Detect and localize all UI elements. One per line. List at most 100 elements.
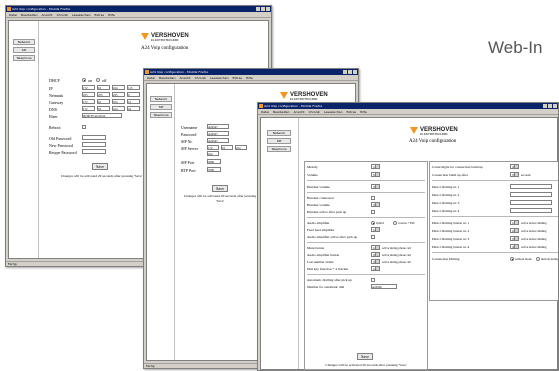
dhcp-on-radio[interactable] xyxy=(82,78,86,82)
dial-button-3-select[interactable]: 3 xyxy=(510,236,519,241)
direct-dial-4-field[interactable] xyxy=(510,208,552,213)
maximize-icon[interactable] xyxy=(348,70,352,74)
sip-server-octet-4[interactable]: 224 xyxy=(207,151,219,156)
minimize-icon[interactable] xyxy=(543,104,547,108)
nav-telephone-button[interactable]: Telephone xyxy=(13,55,35,61)
username-field[interactable]: A24547 xyxy=(207,124,229,129)
menu-item[interactable]: Ansicht xyxy=(42,12,53,17)
maximize-icon[interactable] xyxy=(261,7,265,11)
menu-item[interactable]: Lesezeichen xyxy=(210,75,228,80)
save-button[interactable]: Save xyxy=(92,163,108,170)
handset-connected-checkbox[interactable] xyxy=(371,196,375,200)
menu-item[interactable]: Datei xyxy=(9,12,17,17)
minimize-icon[interactable] xyxy=(343,70,347,74)
melody-select[interactable]: 1 xyxy=(371,164,380,169)
handset-active-checkbox[interactable] xyxy=(371,210,375,214)
nav-network-button[interactable]: Network xyxy=(13,39,35,45)
menu-item[interactable]: Chronik xyxy=(309,109,320,114)
amplifier-4wire-radio[interactable] xyxy=(393,221,397,225)
reboot-checkbox[interactable] xyxy=(82,125,86,129)
handset-volume-select[interactable]: 3 xyxy=(371,184,380,189)
nav-sip-button[interactable]: SIP xyxy=(150,104,172,110)
mute-button-select[interactable]: 1 xyxy=(371,245,380,250)
redial-select[interactable]: 3 xyxy=(371,259,380,264)
retype-password-field[interactable] xyxy=(82,149,106,154)
netmask-octet-4[interactable]: 0 xyxy=(127,92,140,97)
old-password-field[interactable] xyxy=(82,135,106,140)
nav-telephone-button[interactable]: Telephone xyxy=(267,146,291,152)
menu-item[interactable]: Hilfe xyxy=(360,109,367,114)
sip-port-field[interactable]: 5060 xyxy=(207,159,221,164)
dns-octet-1[interactable]: 172 xyxy=(82,106,95,111)
rtp-port-field[interactable]: 7000 xyxy=(207,167,221,172)
menu-item[interactable]: Ansicht xyxy=(180,75,191,80)
close-icon[interactable] xyxy=(353,70,357,74)
new-password-field[interactable] xyxy=(82,142,106,147)
volume-select[interactable]: 5 xyxy=(371,172,380,177)
amplifier-button-select[interactable]: 2 xyxy=(371,252,380,257)
minimize-icon[interactable] xyxy=(256,7,260,11)
menu-item[interactable]: Extras xyxy=(95,12,104,17)
amplifier-hybrid-radio[interactable] xyxy=(371,221,375,225)
amplifier-active-checkbox[interactable] xyxy=(371,235,375,239)
netmask-octet-1[interactable]: 255 xyxy=(82,92,95,97)
ip-octet-2[interactable]: 16 xyxy=(97,85,110,90)
window-controls[interactable] xyxy=(543,104,557,108)
window-controls[interactable] xyxy=(343,70,357,74)
menu-item[interactable]: Chronik xyxy=(195,75,206,80)
direct-dial-1-field[interactable] xyxy=(510,184,552,189)
menu-item[interactable]: Datei xyxy=(147,75,155,80)
sip-server-octet-2[interactable]: 16 xyxy=(221,145,233,150)
close-icon[interactable] xyxy=(553,104,557,108)
menu-item[interactable]: Ansicht xyxy=(294,109,305,114)
menu-item[interactable]: Extras xyxy=(233,75,242,80)
menu-item[interactable]: Lesezeichen xyxy=(72,12,90,17)
gateway-octet-1[interactable]: 172 xyxy=(82,99,95,104)
nav-sip-button[interactable]: SIP xyxy=(267,138,291,144)
auto-dial-checkbox[interactable] xyxy=(371,278,375,282)
gateway-octet-3[interactable]: 104 xyxy=(112,99,125,104)
close-icon[interactable] xyxy=(266,7,270,11)
netmask-octet-2[interactable]: 255 xyxy=(97,92,110,97)
sip-server-octet-1[interactable]: 172 xyxy=(207,145,219,150)
count-digits-select[interactable]: 4 xyxy=(510,164,519,169)
menu-item[interactable]: Lesezeichen xyxy=(324,109,342,114)
ip-octet-4[interactable]: 115 xyxy=(127,85,140,90)
build-up-select[interactable]: 3 xyxy=(510,172,519,177)
menu-item[interactable]: Extras xyxy=(347,109,356,114)
direct-dial-2-field[interactable] xyxy=(510,192,552,197)
dial-key-select[interactable]: 1 xyxy=(371,266,380,271)
window-controls[interactable] xyxy=(256,7,270,11)
dial-button-2-select[interactable]: 2 xyxy=(510,228,519,233)
menu-item[interactable]: Datei xyxy=(261,109,269,114)
gateway-octet-4[interactable]: 12 xyxy=(127,99,140,104)
dns-octet-4[interactable]: 24 xyxy=(127,106,140,111)
dial-button-4-select[interactable]: 4 xyxy=(510,244,519,249)
nav-network-button[interactable]: Network xyxy=(267,130,291,136)
gateway-octet-2[interactable]: 16 xyxy=(97,99,110,104)
direct-dial-3-field[interactable] xyxy=(510,200,552,205)
sip-nr-field[interactable]: A24547 xyxy=(207,138,229,143)
melody-during-radio[interactable] xyxy=(536,257,540,261)
without-break-radio[interactable] xyxy=(510,257,514,261)
menu-item[interactable]: Hilfe xyxy=(108,12,115,17)
ip-octet-1[interactable]: 172 xyxy=(82,85,95,90)
menu-item[interactable]: Chronik xyxy=(57,12,68,17)
save-button[interactable]: Save xyxy=(212,185,228,192)
feed-amplifier-select[interactable]: 1 xyxy=(371,227,380,232)
maximize-icon[interactable] xyxy=(548,104,552,108)
menu-item[interactable]: Bearbeiten xyxy=(159,75,175,80)
dns-octet-2[interactable]: 16 xyxy=(97,106,110,111)
password-field[interactable]: A24547 xyxy=(207,131,229,136)
nav-telephone-button[interactable]: Telephone xyxy=(150,112,172,118)
dial-button-1-select[interactable]: 1 xyxy=(510,220,519,225)
nav-network-button[interactable]: Network xyxy=(150,96,172,102)
netmask-octet-3[interactable]: 255 xyxy=(112,92,125,97)
save-button[interactable]: Save xyxy=(357,353,373,360)
ip-octet-3[interactable]: 104 xyxy=(112,85,125,90)
menu-item[interactable]: Bearbeiten xyxy=(273,109,289,114)
dhcp-off-radio[interactable] xyxy=(96,78,100,82)
menu-item[interactable]: Hilfe xyxy=(246,75,253,80)
dns-octet-3[interactable]: 104 xyxy=(112,106,125,111)
auto-dial-number-field[interactable]: A24549 xyxy=(371,284,397,289)
